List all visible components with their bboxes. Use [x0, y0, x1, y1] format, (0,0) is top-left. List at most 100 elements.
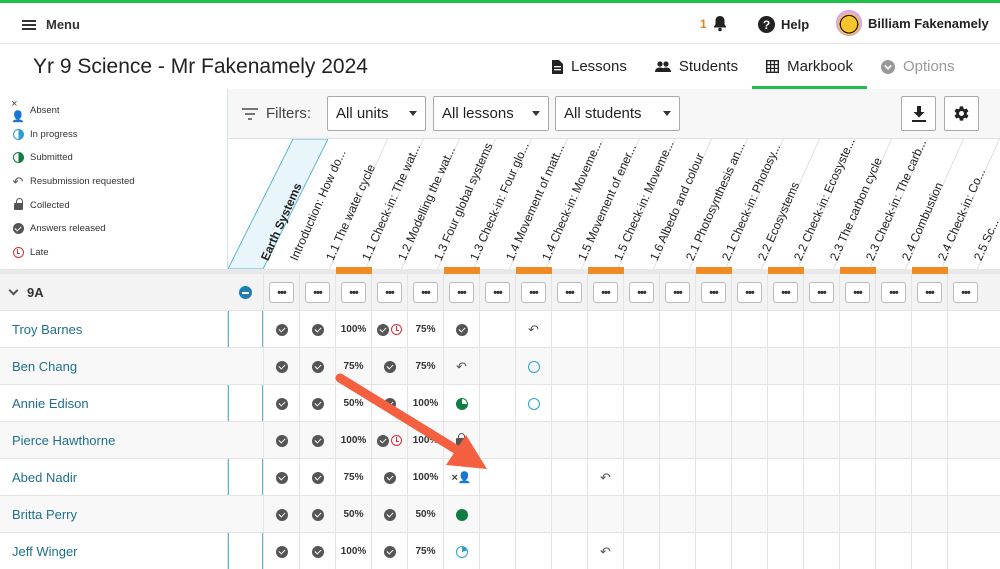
- mark-cell[interactable]: ↶: [443, 348, 479, 385]
- mark-cell[interactable]: [479, 348, 515, 385]
- mark-cell[interactable]: [515, 348, 551, 385]
- mark-cell[interactable]: [911, 385, 947, 422]
- mark-cell[interactable]: [623, 422, 659, 459]
- mark-cell[interactable]: [515, 496, 551, 533]
- mark-cell[interactable]: [263, 496, 299, 533]
- mark-cell[interactable]: [839, 385, 875, 422]
- mark-cell[interactable]: [947, 533, 983, 569]
- column-more-button[interactable]: •••: [521, 282, 546, 303]
- mark-cell[interactable]: [731, 496, 767, 533]
- mark-cell[interactable]: [839, 496, 875, 533]
- mark-cell[interactable]: [263, 311, 299, 348]
- column-more-button[interactable]: •••: [845, 282, 870, 303]
- column-more-button[interactable]: •••: [269, 282, 294, 303]
- mark-cell[interactable]: [299, 533, 335, 569]
- mark-cell[interactable]: 75%: [407, 311, 443, 348]
- mark-cell[interactable]: [551, 385, 587, 422]
- mark-cell[interactable]: [479, 496, 515, 533]
- mark-cell[interactable]: [479, 533, 515, 569]
- mark-cell[interactable]: [695, 533, 731, 569]
- column-more-button[interactable]: •••: [809, 282, 834, 303]
- column-more-button[interactable]: •••: [773, 282, 798, 303]
- notifications-button[interactable]: 1: [700, 15, 728, 32]
- mark-cell[interactable]: [731, 422, 767, 459]
- mark-cell[interactable]: [767, 496, 803, 533]
- mark-cell[interactable]: [443, 533, 479, 569]
- mark-cell[interactable]: [443, 422, 479, 459]
- mark-cell[interactable]: [587, 422, 623, 459]
- mark-cell[interactable]: [695, 385, 731, 422]
- student-name-link[interactable]: Ben Chang: [12, 359, 77, 374]
- mark-cell[interactable]: 50%: [407, 496, 443, 533]
- mark-cell[interactable]: ↶: [587, 459, 623, 496]
- mark-cell[interactable]: [587, 311, 623, 348]
- mark-cell[interactable]: [263, 459, 299, 496]
- mark-cell[interactable]: [731, 348, 767, 385]
- mark-cell[interactable]: [623, 496, 659, 533]
- mark-cell[interactable]: [731, 311, 767, 348]
- mark-cell[interactable]: [371, 385, 407, 422]
- mark-cell[interactable]: [515, 533, 551, 569]
- mark-cell[interactable]: [803, 496, 839, 533]
- mark-cell[interactable]: [659, 385, 695, 422]
- mark-cell[interactable]: 100%: [335, 311, 371, 348]
- column-more-button[interactable]: •••: [413, 282, 438, 303]
- mark-cell[interactable]: [587, 348, 623, 385]
- mark-cell[interactable]: [371, 422, 407, 459]
- mark-cell[interactable]: [875, 422, 911, 459]
- mark-cell[interactable]: [623, 459, 659, 496]
- tab-students[interactable]: Students: [641, 44, 752, 89]
- column-more-button[interactable]: •••: [485, 282, 510, 303]
- mark-cell[interactable]: [803, 422, 839, 459]
- mark-cell[interactable]: [623, 385, 659, 422]
- mark-cell[interactable]: [731, 385, 767, 422]
- column-more-button[interactable]: •••: [377, 282, 402, 303]
- column-more-button[interactable]: •••: [305, 282, 330, 303]
- mark-cell[interactable]: [839, 348, 875, 385]
- mark-cell[interactable]: [911, 422, 947, 459]
- mark-cell[interactable]: [695, 311, 731, 348]
- column-more-button[interactable]: •••: [917, 282, 942, 303]
- mark-cell[interactable]: [659, 496, 695, 533]
- mark-cell[interactable]: [875, 459, 911, 496]
- student-name-link[interactable]: Abed Nadir: [12, 470, 77, 485]
- mark-cell[interactable]: [875, 348, 911, 385]
- mark-cell[interactable]: 75%: [407, 348, 443, 385]
- user-menu[interactable]: Billiam Fakenamely: [836, 10, 989, 36]
- student-name-link[interactable]: Britta Perry: [12, 507, 77, 522]
- mark-cell[interactable]: [659, 348, 695, 385]
- mark-cell[interactable]: [263, 422, 299, 459]
- mark-cell[interactable]: ×👤: [443, 459, 479, 496]
- mark-cell[interactable]: [479, 422, 515, 459]
- settings-button[interactable]: [944, 96, 979, 131]
- mark-cell[interactable]: 50%: [335, 496, 371, 533]
- mark-cell[interactable]: [731, 459, 767, 496]
- mark-cell[interactable]: [875, 533, 911, 569]
- column-more-button[interactable]: •••: [737, 282, 762, 303]
- mark-cell[interactable]: [659, 422, 695, 459]
- mark-cell[interactable]: [551, 348, 587, 385]
- download-button[interactable]: [901, 96, 936, 131]
- mark-cell[interactable]: [479, 385, 515, 422]
- mark-cell[interactable]: [875, 496, 911, 533]
- students-select[interactable]: All students: [555, 96, 680, 131]
- mark-cell[interactable]: [947, 496, 983, 533]
- column-more-button[interactable]: •••: [593, 282, 618, 303]
- menu-button[interactable]: Menu: [22, 17, 80, 32]
- mark-cell[interactable]: [803, 459, 839, 496]
- mark-cell[interactable]: [371, 533, 407, 569]
- mark-cell[interactable]: [803, 533, 839, 569]
- mark-cell[interactable]: [767, 385, 803, 422]
- mark-cell[interactable]: [659, 459, 695, 496]
- mark-cell[interactable]: [551, 459, 587, 496]
- mark-cell[interactable]: [947, 459, 983, 496]
- mark-cell[interactable]: 75%: [335, 459, 371, 496]
- student-name-link[interactable]: Jeff Winger: [12, 544, 78, 559]
- column-more-button[interactable]: •••: [701, 282, 726, 303]
- mark-cell[interactable]: [551, 496, 587, 533]
- mark-cell[interactable]: [947, 385, 983, 422]
- mark-cell[interactable]: [947, 311, 983, 348]
- mark-cell[interactable]: [443, 496, 479, 533]
- column-more-button[interactable]: •••: [341, 282, 366, 303]
- student-name-link[interactable]: Annie Edison: [12, 396, 89, 411]
